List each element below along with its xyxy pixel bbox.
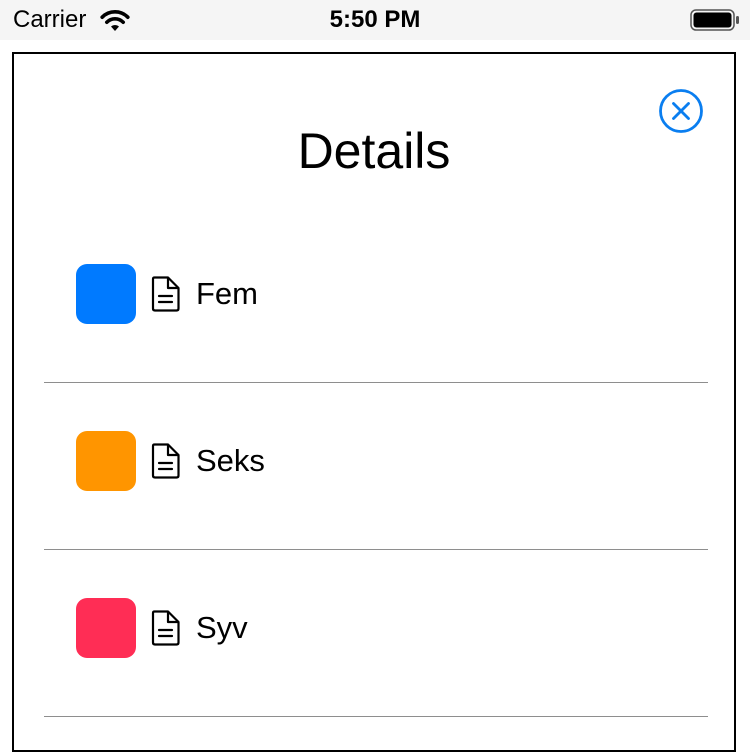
document-icon (151, 443, 180, 479)
list-item[interactable]: Seks (44, 383, 708, 550)
list-item-label: Syv (196, 610, 248, 645)
battery-full-icon (690, 9, 739, 31)
status-bar: Carrier 5:50 PM (0, 0, 750, 40)
status-time: 5:50 PM (329, 6, 421, 33)
list-item-label: Fem (196, 276, 258, 311)
color-swatch (76, 264, 136, 324)
list-item-label: Seks (196, 443, 265, 478)
document-icon (151, 610, 180, 646)
list-item[interactable]: Syv (44, 550, 708, 717)
color-swatch (76, 431, 136, 491)
list-item[interactable]: Fem (44, 216, 708, 383)
details-sheet: Details Fem Seks Syv (12, 52, 736, 752)
color-swatch (76, 598, 136, 658)
document-icon (151, 276, 180, 312)
page-title: Details (297, 123, 451, 179)
details-list: Fem Seks Syv (44, 216, 708, 717)
